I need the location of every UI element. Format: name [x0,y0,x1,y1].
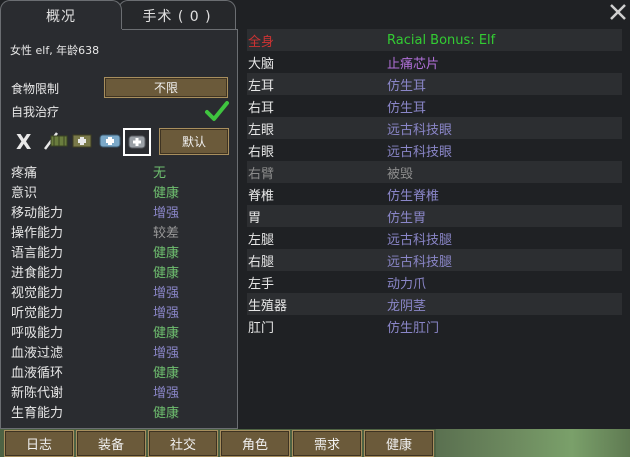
gender-age-text: 女性 elf, 年龄638 [10,44,100,57]
hediff-label: 远古科技眼 [387,144,453,160]
capacity-value: 无 [153,166,167,181]
hediff-row[interactable]: 脊椎 仿生脊椎 [247,183,622,205]
hediff-row[interactable]: 大脑 止痛芯片 [247,51,622,73]
hediff-label: 龙阴茎 [387,298,427,314]
capacity-name: 操作能力 [11,226,64,241]
bottom-tab-button[interactable]: 健康 [364,430,434,457]
food-restriction-button[interactable]: 不限 [104,77,228,98]
capacity-name: 呼吸能力 [11,326,64,341]
checkmark-icon[interactable] [205,100,229,122]
hediff-label: 仿生耳 [387,100,427,116]
capacity-name: 新陈代谢 [11,386,64,401]
close-icon[interactable] [609,3,627,21]
capacity-value: 较差 [153,226,180,241]
capacity-value: 健康 [153,186,180,201]
capacity-name: 移动能力 [11,206,64,221]
capacity-name: 血液循环 [11,366,64,381]
hediff-row[interactable]: 生殖器 龙阴茎 [247,293,622,315]
capacity-name: 视觉能力 [11,286,64,301]
hediff-row[interactable]: 右腿 远古科技腿 [247,249,622,271]
body-part-label: 胃 [248,210,262,226]
hediff-label: 仿生肛门 [387,320,440,336]
hediff-label: 仿生耳 [387,78,427,94]
hediff-label: 动力爪 [387,276,427,292]
hediff-row[interactable]: 左眼 远古科技眼 [247,117,622,139]
body-part-label: 左腿 [248,232,275,248]
hediff-row[interactable]: 左腿 远古科技腿 [247,227,622,249]
body-part-label: 全身 [248,34,275,50]
capacity-value: 增强 [153,206,180,221]
body-part-label: 右耳 [248,100,275,116]
body-part-label: 右臂 [248,166,275,182]
hediff-row[interactable]: 左手 动力爪 [247,271,622,293]
no-care-icon[interactable]: X [16,130,34,154]
body-part-label: 右眼 [248,144,275,160]
hediff-label: 远古科技腿 [387,254,453,270]
body-part-label: 左眼 [248,122,275,138]
capacity-value: 增强 [153,346,180,361]
tab-label: 手术 ( 0 ) [142,8,212,25]
bottom-tab-button[interactable]: 需求 [292,430,362,457]
hediff-label: 被毁 [387,166,414,182]
tab-operations[interactable]: 手术 ( 0 ) [118,0,236,30]
hediff-row[interactable]: 左耳 仿生耳 [247,73,622,95]
hediff-label: 远古科技眼 [387,122,453,138]
bottom-tab-button[interactable]: 角色 [220,430,290,457]
body-part-label: 大脑 [248,56,275,72]
bottom-tab-button[interactable]: 日志 [4,430,74,457]
hediff-row[interactable]: 右耳 仿生耳 [247,95,622,117]
selected-care-box[interactable] [123,128,151,156]
self-tend-label: 自我治疗 [11,105,60,119]
capacity-value: 增强 [153,306,180,321]
capacity-name: 语言能力 [11,246,64,261]
hediff-row[interactable]: 全身 Racial Bonus: Elf [247,29,622,51]
bottom-tab-button[interactable]: 社交 [148,430,218,457]
best-medicine-icon [128,135,146,149]
industrial-medicine-icon[interactable] [72,133,92,149]
capacity-name: 疼痛 [11,166,38,181]
capacity-value: 健康 [153,406,180,421]
hediff-row[interactable]: 右臂 被毁 [247,161,622,183]
food-restriction-label: 食物限制 [11,82,60,96]
tab-label: 概况 [46,8,76,25]
capacity-name: 生育能力 [11,406,64,421]
hediff-label: 远古科技腿 [387,232,453,248]
hediff-row[interactable]: 右眼 远古科技眼 [247,139,622,161]
default-care-button[interactable]: 默认 [159,128,229,155]
bottom-tab-button[interactable]: 装备 [76,430,146,457]
tab-overview[interactable]: 概况 [0,0,122,30]
hediff-label: 止痛芯片 [387,56,440,72]
capacity-name: 血液过滤 [11,346,64,361]
capacity-value: 健康 [153,266,180,281]
capacity-value: 增强 [153,386,180,401]
capacity-value: 健康 [153,366,180,381]
body-part-label: 脊椎 [248,188,275,204]
map-background [436,429,630,457]
body-part-label: 肛门 [248,320,275,336]
capacity-value: 健康 [153,246,180,261]
body-part-label: 左耳 [248,78,275,94]
capacity-name: 意识 [11,186,38,201]
x-glyph: X [16,130,32,154]
body-part-label: 左手 [248,276,275,292]
divider [122,29,238,30]
body-part-label: 右腿 [248,254,275,270]
capacity-name: 进食能力 [11,266,64,281]
glitterworld-medicine-icon[interactable] [99,133,121,149]
hediff-label: Racial Bonus: Elf [387,32,496,48]
herbal-medicine-icon[interactable] [50,133,68,149]
hediff-label: 仿生胃 [387,210,427,226]
capacity-value: 增强 [153,286,180,301]
capacity-value: 健康 [153,326,180,341]
hediff-label: 仿生脊椎 [387,188,440,204]
hediff-row[interactable]: 肛门 仿生肛门 [247,315,622,337]
body-part-label: 生殖器 [248,298,288,314]
hediff-row[interactable]: 胃 仿生胃 [247,205,622,227]
capacity-name: 听觉能力 [11,306,64,321]
